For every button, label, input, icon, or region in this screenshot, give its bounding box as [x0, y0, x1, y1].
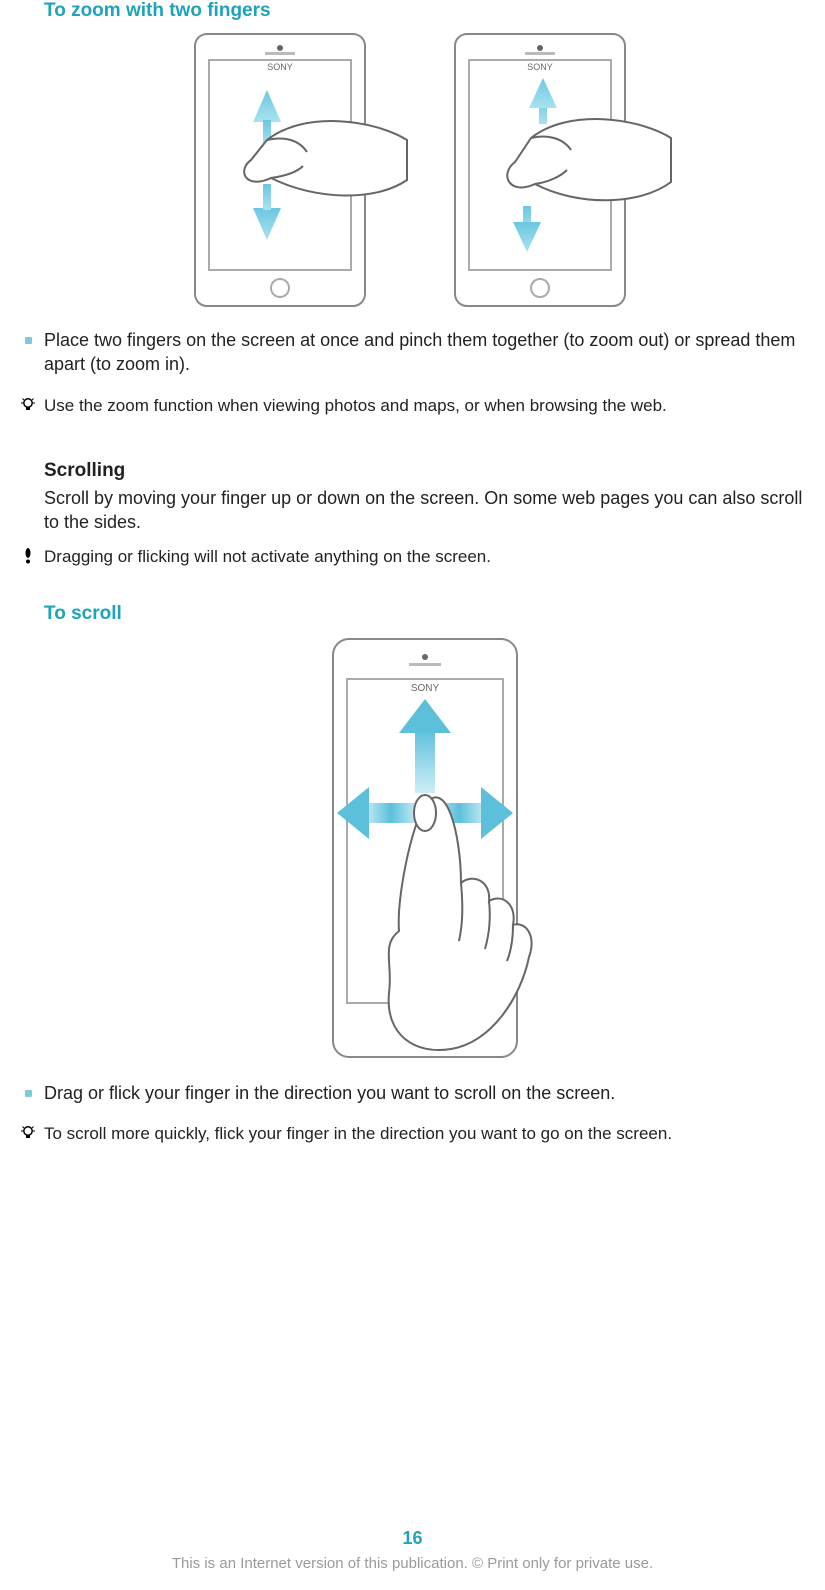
svg-text:SONY: SONY	[410, 683, 439, 694]
scrolling-heading: Scrolling	[44, 460, 805, 482]
scrolling-note: Dragging or flicking will not activate a…	[44, 546, 491, 569]
svg-text:SONY: SONY	[527, 62, 553, 72]
scroll-tip-text: To scroll more quickly, flick your finge…	[44, 1123, 672, 1146]
footer-disclaimer: This is an Internet version of this publ…	[0, 1555, 825, 1572]
exclamation-icon	[22, 548, 34, 569]
zoom-heading: To zoom with two fingers	[44, 0, 805, 22]
bullet-icon	[25, 337, 32, 344]
scrolling-intro: Scroll by moving your finger up or down …	[44, 486, 805, 535]
scroll-bullet-text: Drag or flick your finger in the directi…	[44, 1081, 615, 1105]
scroll-heading: To scroll	[44, 603, 805, 625]
scroll-illustration: SONY	[44, 633, 805, 1063]
zoom-bullet-text: Place two fingers on the screen at once …	[44, 328, 805, 377]
zoom-tip-text: Use the zoom function when viewing photo…	[44, 395, 667, 418]
lightbulb-icon	[20, 1125, 36, 1141]
page-number: 16	[0, 1528, 825, 1549]
svg-text:SONY: SONY	[267, 62, 293, 72]
bullet-icon	[25, 1090, 32, 1097]
lightbulb-icon	[20, 397, 36, 413]
zoom-illustration: SONY SONY	[44, 30, 805, 310]
